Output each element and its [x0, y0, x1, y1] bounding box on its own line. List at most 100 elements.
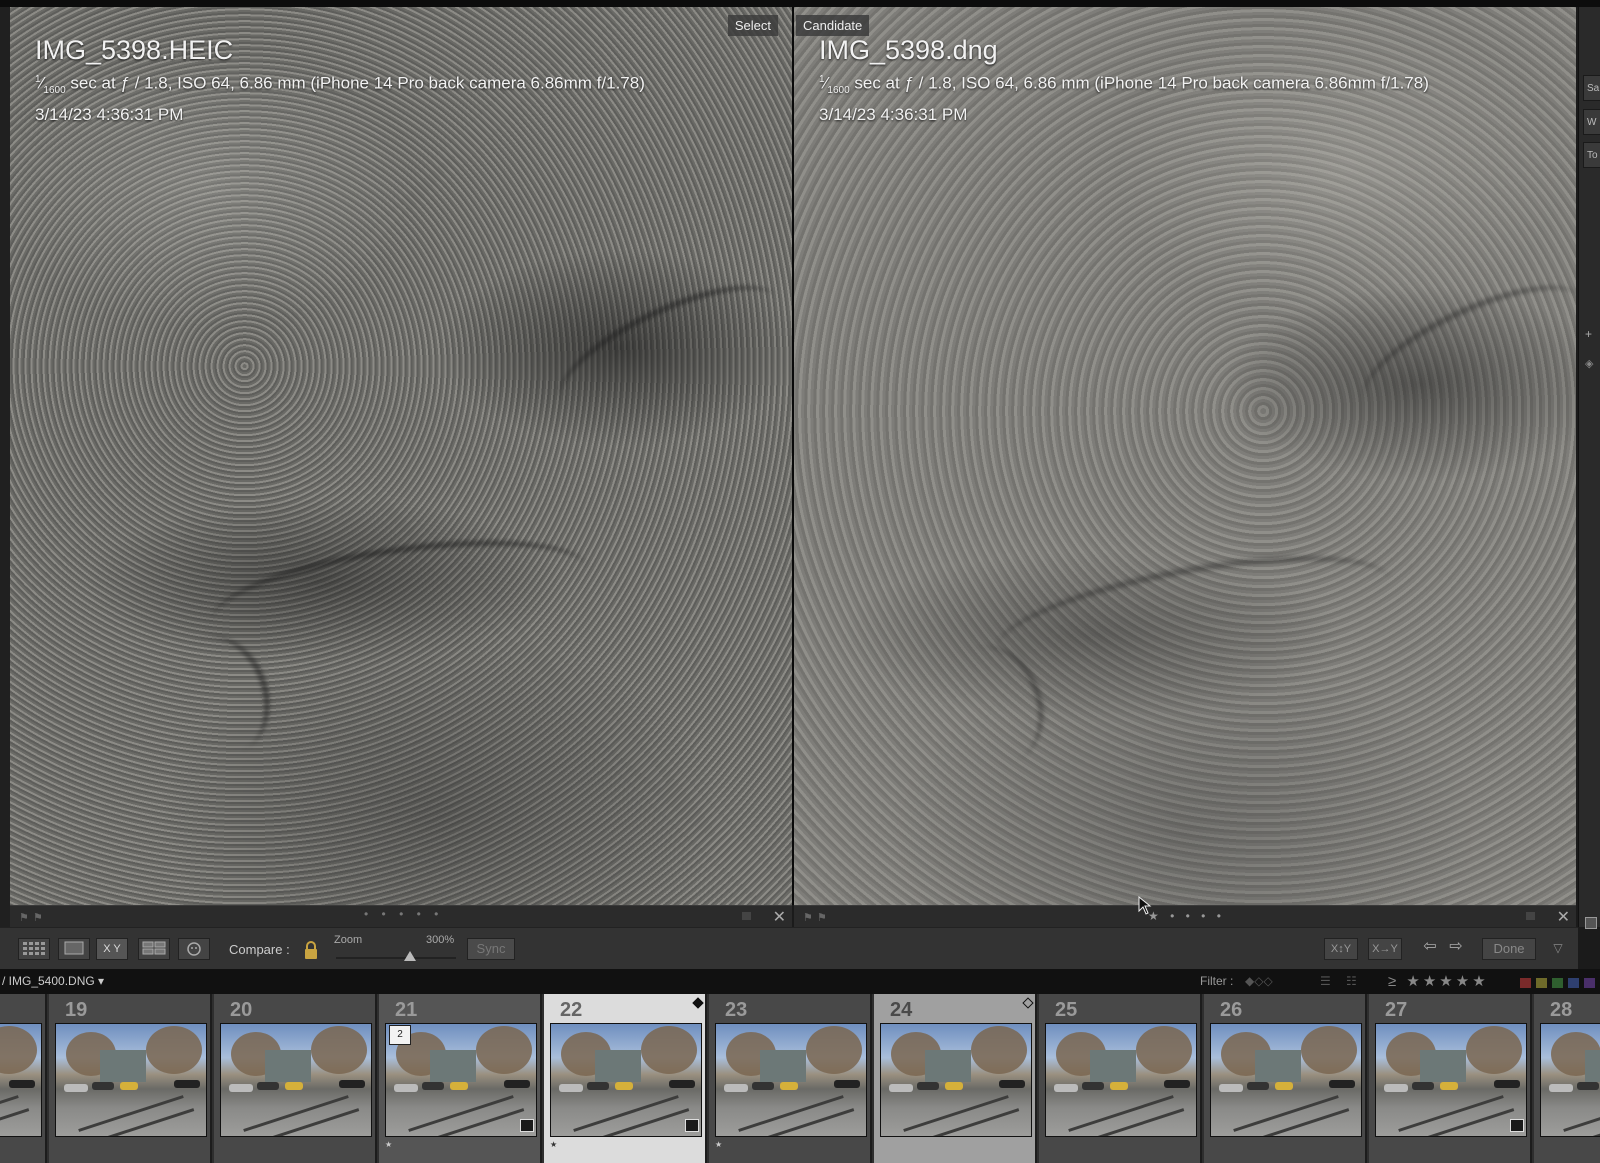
thumbnail-scene-detail	[602, 1108, 690, 1136]
thumbnail-scene-detail	[0, 1026, 37, 1074]
color-filter-chip[interactable]	[1567, 977, 1580, 989]
color-filter-chip[interactable]	[1551, 977, 1564, 989]
filmstrip-cell[interactable]: 20	[214, 994, 377, 1163]
filmstrip-cell[interactable]: 21 ★	[379, 994, 542, 1163]
filmstrip-cell[interactable]: 22 ★	[544, 994, 707, 1163]
photo-thumbnail[interactable]	[880, 1023, 1032, 1137]
stack-count-badge[interactable]: 2	[389, 1025, 411, 1045]
develop-adjustment-badge-icon[interactable]	[520, 1119, 534, 1132]
photo-thumbnail[interactable]	[55, 1023, 207, 1137]
zoom-slider[interactable]	[336, 957, 456, 959]
photo-thumbnail[interactable]	[220, 1023, 372, 1137]
done-button[interactable]: Done	[1482, 938, 1536, 960]
thumbnail-scene-detail	[437, 1108, 525, 1136]
color-filter-chip[interactable]	[1535, 977, 1548, 989]
rating-stars[interactable]: ★ • • • •	[1148, 909, 1225, 923]
filmstrip[interactable]: 19 20 21 ★ 22 ★ 23 ★ 24 25 26 27 28	[0, 994, 1600, 1163]
thumbnail-scene-detail	[504, 1080, 530, 1088]
thumbnail-scene-detail	[92, 1082, 114, 1090]
filmstrip-cell[interactable]: 19	[49, 994, 212, 1163]
close-icon[interactable]: ✕	[1557, 907, 1570, 927]
previous-arrow-icon[interactable]: ⇦	[1418, 938, 1442, 960]
thumbnail-scene-detail	[476, 1026, 532, 1074]
thumbnail-scene-detail	[285, 1082, 303, 1090]
edited-filter-icon[interactable]: ☰	[1320, 974, 1331, 988]
reject-flag-icon[interactable]: ⚑	[803, 911, 813, 924]
filmstrip-cell[interactable]: 25	[1039, 994, 1202, 1163]
photo-thumbnail[interactable]	[1540, 1023, 1600, 1137]
photo-filename: IMG_5398.dng	[819, 35, 998, 65]
photo-thumbnail[interactable]	[1375, 1023, 1527, 1137]
cell-index-number: 22	[560, 999, 583, 1021]
zoom-slider-thumb[interactable]	[404, 951, 417, 961]
lock-icon[interactable]	[303, 940, 319, 960]
photo-exposure: 1⁄1600 sec at ƒ / 1.8, ISO 64, 6.86 mm (…	[35, 73, 645, 97]
window-top-edge	[0, 0, 1600, 7]
develop-adjustment-badge-icon[interactable]	[1510, 1119, 1524, 1132]
panel-toggle-icon[interactable]	[1585, 917, 1597, 929]
photo-thumbnail[interactable]	[715, 1023, 867, 1137]
photo-thumbnail[interactable]	[1045, 1023, 1197, 1137]
next-arrow-icon[interactable]: ⇨	[1444, 938, 1468, 960]
filmstrip-cell[interactable]: 23 ★	[709, 994, 872, 1163]
source-path[interactable]: / IMG_5400.DNG ▾	[2, 974, 104, 988]
color-label-icon[interactable]	[742, 912, 751, 920]
flag-filter-icon[interactable]: ◆◇◇	[1245, 974, 1273, 988]
cell-index-number: 24	[890, 999, 913, 1021]
exposure-denominator: 1600	[827, 85, 850, 97]
sync-button[interactable]: Sync	[467, 938, 515, 960]
rating-filter[interactable]: ≥ ★★★★★	[1388, 972, 1489, 990]
loupe-view-button[interactable]	[58, 938, 90, 960]
pick-flag-icon[interactable]: ⚑	[817, 911, 827, 924]
right-panel-tab[interactable]: W	[1583, 109, 1600, 135]
filmstrip-cell[interactable]: 28	[1534, 994, 1600, 1163]
select-photo-pane[interactable]: Select IMG_5398.HEIC 1⁄1600 sec at ƒ / 1…	[10, 7, 792, 905]
face-icon	[187, 942, 201, 956]
eye-icon[interactable]: ◈	[1585, 357, 1593, 370]
thumbnail-scene-detail	[78, 1095, 184, 1132]
thumbnail-scene-detail	[889, 1084, 913, 1092]
color-filter-chip[interactable]	[1583, 977, 1596, 989]
reject-flag-icon[interactable]: ⚑	[19, 911, 29, 924]
thumbnail-scene-detail	[834, 1080, 860, 1088]
thumbnail-scene-detail	[806, 1026, 862, 1074]
filmstrip-cell[interactable]	[0, 994, 47, 1163]
develop-adjustment-badge-icon[interactable]	[685, 1119, 699, 1132]
thumbnail-scene-detail	[752, 1082, 774, 1090]
candidate-photo-pane[interactable]: Candidate IMG_5398.dng 1⁄1600 sec at ƒ /…	[794, 7, 1576, 905]
left-panel-collapsed[interactable]	[0, 7, 10, 927]
color-filter-chip[interactable]	[1519, 977, 1532, 989]
zoom-value: 300%	[426, 934, 455, 946]
swap-button[interactable]: X↕Y	[1324, 938, 1358, 960]
filmstrip-cell[interactable]: 24	[874, 994, 1037, 1163]
unedited-filter-icon[interactable]: ☷	[1346, 974, 1357, 988]
filmstrip-cell[interactable]: 27	[1369, 994, 1532, 1163]
thumbnail-scene-detail	[1082, 1082, 1104, 1090]
color-label-icon[interactable]	[1526, 912, 1535, 920]
toolbar-menu-chevron-icon[interactable]: ▽	[1548, 938, 1568, 960]
rating-dots[interactable]: • • • • •	[364, 907, 443, 921]
thumbnail-scene-detail	[1068, 1095, 1174, 1132]
right-panel-tab[interactable]: Sa	[1583, 75, 1600, 101]
thumbnail-scene-detail	[760, 1050, 806, 1082]
photo-thumbnail[interactable]	[0, 1023, 42, 1137]
grid-view-button[interactable]	[18, 938, 50, 960]
photo-thumbnail[interactable]	[550, 1023, 702, 1137]
thumbnail-scene-detail	[1384, 1084, 1408, 1092]
plus-icon[interactable]: +	[1585, 327, 1592, 341]
close-icon[interactable]: ✕	[773, 907, 786, 927]
survey-view-button[interactable]	[138, 938, 170, 960]
candidate-photo-image	[794, 7, 1576, 905]
thumbnail-scene-detail	[1420, 1050, 1466, 1082]
people-view-button[interactable]	[178, 938, 210, 960]
make-select-button[interactable]: X→Y	[1368, 938, 1402, 960]
pick-flag-icon[interactable]: ⚑	[33, 911, 43, 924]
thumbnail-scene-detail	[945, 1082, 963, 1090]
compare-label: Compare :	[229, 942, 290, 957]
thumbnail-scene-detail	[1097, 1108, 1185, 1136]
right-panel-collapsed[interactable]: Sa W To + ◈	[1578, 7, 1600, 929]
compare-view-button[interactable]: X Y	[96, 938, 128, 960]
photo-thumbnail[interactable]	[1210, 1023, 1362, 1137]
filmstrip-cell[interactable]: 26	[1204, 994, 1367, 1163]
right-panel-tab[interactable]: To	[1583, 142, 1600, 168]
